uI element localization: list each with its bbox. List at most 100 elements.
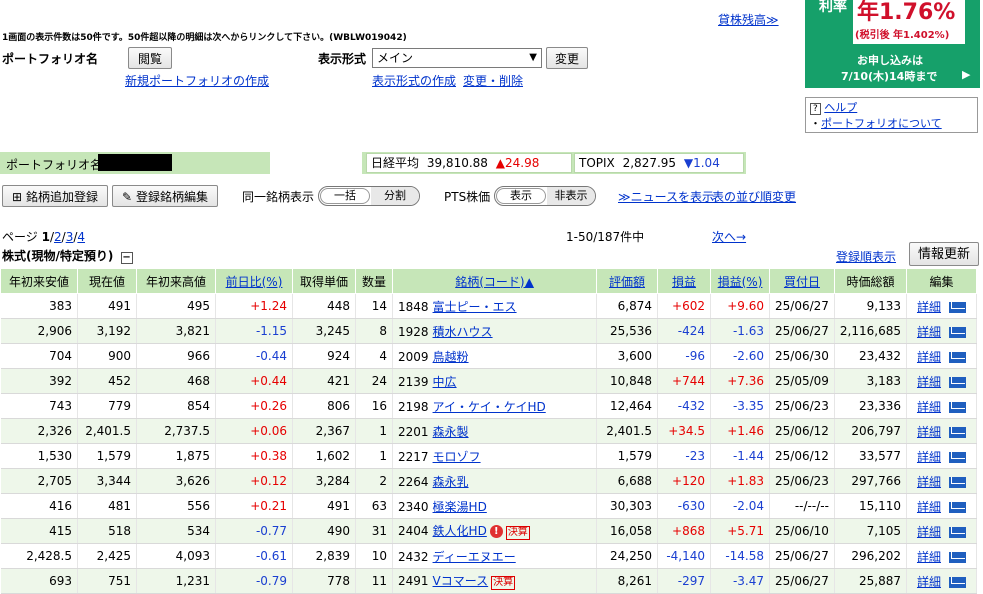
promo-banner[interactable]: 利率 年1.76% (税引後 年1.402%) お申し込みは 7/10(木)14… (805, 0, 980, 88)
stock-code: 2404 (398, 524, 429, 538)
change-button[interactable]: 変更 (546, 47, 588, 69)
mail-icon[interactable] (948, 526, 966, 538)
stock-name-link[interactable]: Vコマース (433, 574, 489, 588)
cell-price: 518 (77, 518, 137, 544)
mail-icon[interactable] (948, 401, 966, 413)
banner-rate-label: 利率 (819, 0, 847, 15)
display-format-value: メイン (377, 51, 414, 65)
mail-icon[interactable] (948, 301, 966, 313)
cell-year-high: 4,093 (136, 543, 216, 569)
stock-name-link[interactable]: 森永製 (433, 425, 469, 439)
col-change-pct[interactable]: 前日比(%) (215, 268, 293, 294)
help-link[interactable]: ヘルプ (824, 101, 857, 114)
mail-icon[interactable] (948, 501, 966, 513)
mail-icon[interactable] (948, 326, 966, 338)
col-stock[interactable]: 銘柄(コード)▲ (392, 268, 597, 294)
mail-icon[interactable] (948, 376, 966, 388)
detail-link[interactable]: 詳細 (917, 400, 941, 414)
registration-order-link[interactable]: 登録順表示 (836, 248, 896, 265)
mail-icon[interactable] (948, 476, 966, 488)
col-buy-date[interactable]: 買付日 (769, 268, 835, 294)
refresh-button[interactable]: 情報更新 (909, 242, 979, 266)
cell-pl: +744 (657, 368, 711, 394)
detail-link[interactable]: 詳細 (917, 350, 941, 364)
mail-icon[interactable] (948, 351, 966, 363)
about-portfolio-link[interactable]: ポートフォリオについて (821, 117, 942, 130)
stock-name-link[interactable]: 鉄人化HD (433, 524, 487, 538)
format-edit-link[interactable]: 変更・削除 (463, 72, 523, 89)
detail-link[interactable]: 詳細 (917, 425, 941, 439)
stock-name-link[interactable]: 積水ハウス (433, 325, 493, 339)
detail-link[interactable]: 詳細 (917, 500, 941, 514)
earnings-badge[interactable]: 決算 (505, 526, 530, 540)
cell-value: 3,600 (596, 343, 658, 369)
detail-link[interactable]: 詳細 (917, 375, 941, 389)
pts-option-hide[interactable]: 非表示 (547, 187, 595, 205)
collapse-icon[interactable]: − (120, 252, 133, 264)
same-stock-toggle[interactable]: 一括 分割 (318, 186, 420, 206)
cell-year-low: 416 (0, 493, 78, 519)
mail-icon[interactable] (948, 551, 966, 563)
detail-link[interactable]: 詳細 (917, 525, 941, 539)
earnings-badge[interactable]: 決算 (491, 576, 516, 590)
cell-year-low: 383 (0, 293, 78, 319)
cell-value: 25,536 (596, 318, 658, 344)
edit-stock-button[interactable]: ✎ 登録銘柄編集 (112, 185, 218, 207)
detail-link[interactable]: 詳細 (917, 450, 941, 464)
stock-name-link[interactable]: 鳥越粉 (433, 350, 469, 364)
cell-pl: +120 (657, 468, 711, 494)
cell-stock: 2404 鉄人化HD! 決算 (392, 518, 597, 544)
page-link-3[interactable]: 3 (66, 230, 74, 244)
detail-link[interactable]: 詳細 (917, 300, 941, 314)
mail-icon[interactable] (948, 576, 966, 588)
chevron-down-icon: ▼ (529, 52, 537, 63)
stock-name-link[interactable]: 中広 (433, 375, 457, 389)
stock-code: 2491 (398, 574, 429, 588)
col-value[interactable]: 評価額 (596, 268, 658, 294)
stock-code: 2139 (398, 374, 429, 389)
cell-pl: -96 (657, 343, 711, 369)
cell-pl: -23 (657, 443, 711, 469)
same-stock-option-bulk[interactable]: 一括 (320, 188, 370, 204)
stock-name-link[interactable]: ディーエヌエー (433, 550, 516, 564)
cell-edit: 詳細 (906, 318, 977, 344)
add-stock-button[interactable]: ⊞ 銘柄追加登録 (2, 185, 108, 207)
cell-value: 6,688 (596, 468, 658, 494)
browse-button[interactable]: 閲覧 (128, 47, 172, 69)
mail-icon[interactable] (948, 426, 966, 438)
stock-name-link[interactable]: 森永乳 (433, 475, 469, 489)
stock-name-link[interactable]: 極楽湯HD (433, 500, 487, 514)
detail-link[interactable]: 詳細 (917, 575, 941, 589)
cell-mcap: 296,202 (834, 543, 907, 569)
page-link-4[interactable]: 4 (77, 230, 85, 244)
same-stock-option-split[interactable]: 分割 (371, 187, 419, 205)
detail-link[interactable]: 詳細 (917, 475, 941, 489)
cell-change-pct: +0.21 (215, 493, 293, 519)
page-link-2[interactable]: 2 (54, 230, 62, 244)
mail-icon[interactable] (948, 451, 966, 463)
cell-pl: -432 (657, 393, 711, 419)
stock-name-link[interactable]: 富士ピー・エス (433, 300, 517, 314)
stock-name-link[interactable]: アイ・ケイ・ケイHD (433, 400, 546, 414)
display-format-select[interactable]: メイン ▼ (372, 48, 542, 68)
detail-link[interactable]: 詳細 (917, 550, 941, 564)
col-pl-pct[interactable]: 損益(%) (710, 268, 770, 294)
stock-name-link[interactable]: モロゾフ (433, 450, 481, 464)
cell-mcap: 297,766 (834, 468, 907, 494)
cell-price: 1,579 (77, 443, 137, 469)
format-create-link[interactable]: 表示形式の作成 (372, 72, 456, 89)
col-pl[interactable]: 損益 (657, 268, 711, 294)
pts-toggle[interactable]: 表示 非表示 (494, 186, 596, 206)
help-box: ? ヘルプ ・ポートフォリオについて (805, 97, 978, 133)
lending-balance-link[interactable]: 貸株残高≫ (718, 11, 779, 28)
sort-order-link[interactable]: 表の並び順変更 (712, 188, 796, 205)
edit-icon: ✎ (122, 190, 133, 204)
create-portfolio-link[interactable]: 新規ポートフォリオの作成 (125, 72, 269, 89)
cell-pl-pct: +1.46 (710, 418, 770, 444)
detail-link[interactable]: 詳細 (917, 325, 941, 339)
news-link[interactable]: ≫ニュースを表示 (618, 188, 714, 205)
next-page-link[interactable]: 次へ→ (712, 228, 746, 245)
cell-mcap: 3,183 (834, 368, 907, 394)
banner-rate-value: 年1.76% (857, 0, 956, 25)
pts-option-show[interactable]: 表示 (496, 188, 546, 204)
